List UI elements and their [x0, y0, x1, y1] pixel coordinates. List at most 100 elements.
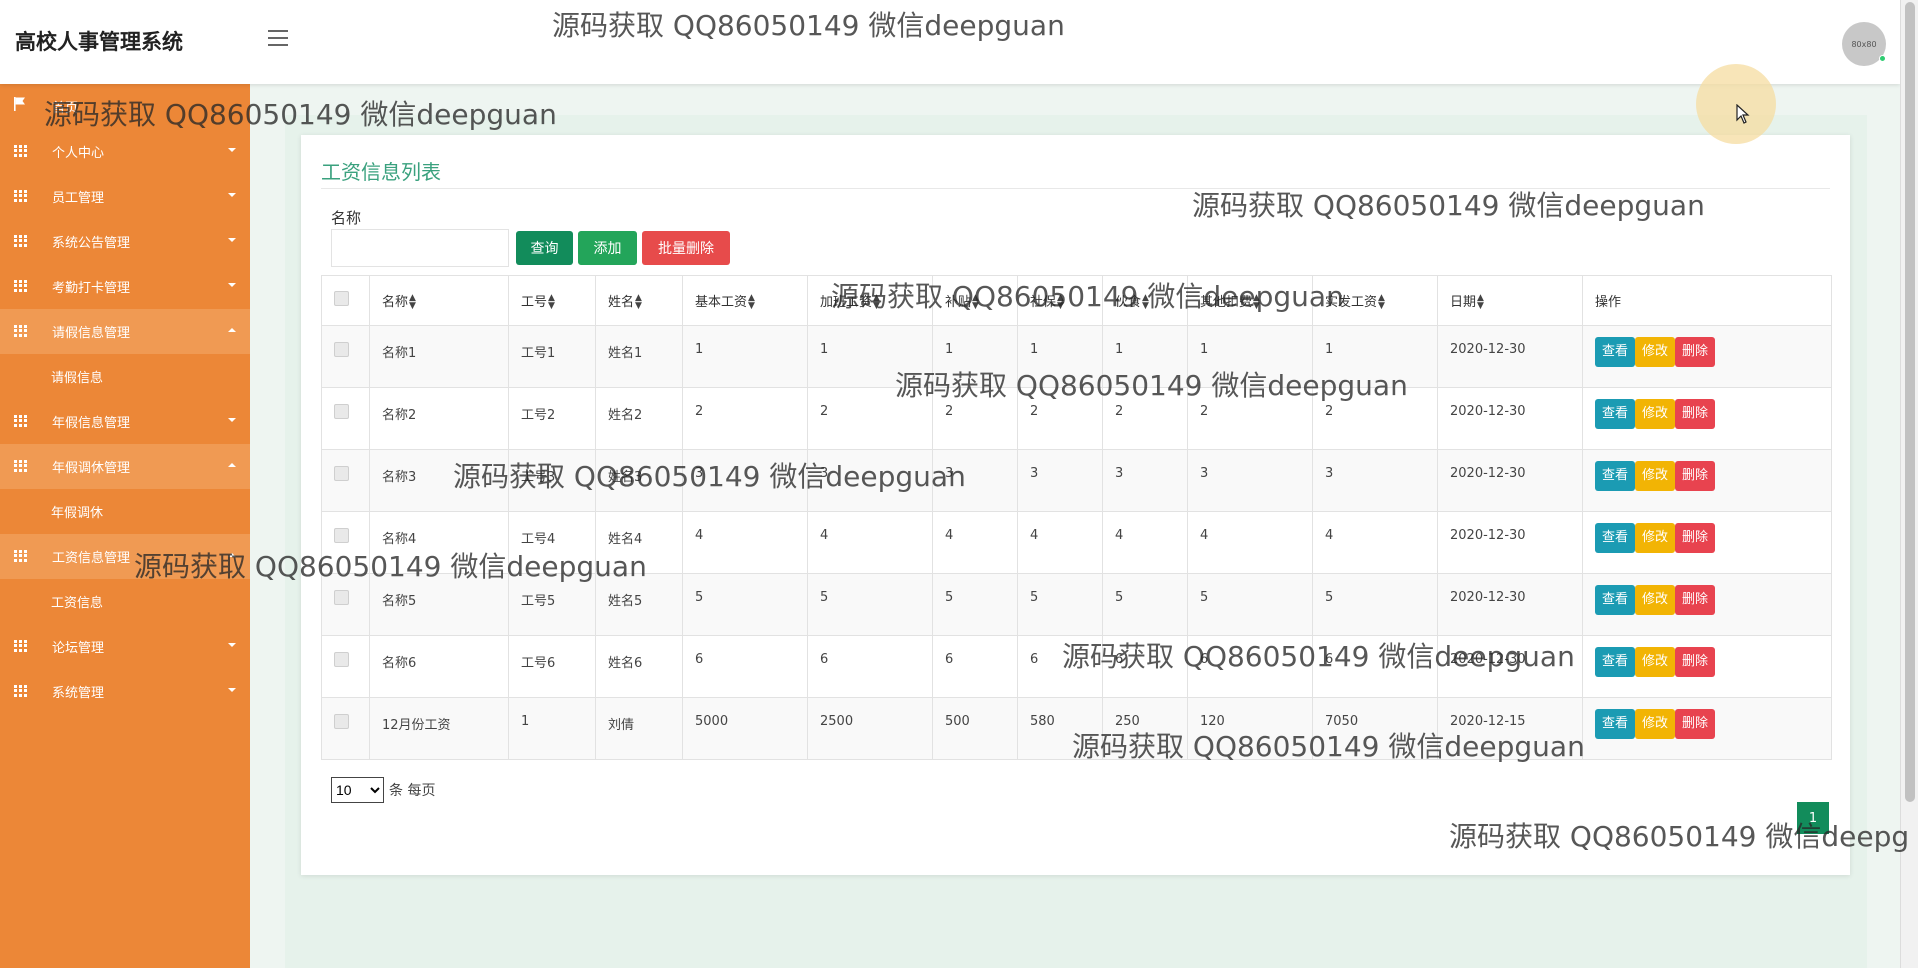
view-button[interactable]: 查看 [1595, 337, 1636, 367]
column-header[interactable]: 社保▲ ▼ [1017, 275, 1103, 326]
sort-icon[interactable]: ▲ ▼ [1477, 294, 1484, 311]
add-button[interactable]: 添加 [578, 231, 637, 265]
search-input[interactable] [331, 229, 509, 267]
table-cell: 名称3 [369, 449, 509, 512]
hamburger-menu-icon[interactable] [268, 30, 288, 46]
table-cell: 120 [1187, 697, 1313, 760]
sort-icon[interactable]: ▲ ▼ [1057, 294, 1064, 311]
delete-button[interactable]: 删除 [1675, 585, 1716, 615]
sidebar-item[interactable]: 系统公告管理 [0, 219, 250, 264]
view-button[interactable]: 查看 [1595, 709, 1636, 739]
sort-icon[interactable]: ▲ ▼ [635, 294, 642, 311]
sidebar-item[interactable]: 论坛管理 [0, 624, 250, 669]
sidebar-subitem[interactable]: 年假调休 [0, 489, 250, 534]
table-cell: 250 [1102, 697, 1188, 760]
column-header[interactable]: 姓名▲ ▼ [595, 275, 683, 326]
column-header-label: 加班工资 [820, 294, 873, 310]
table-cell: 2 [1312, 387, 1438, 450]
table-cell: 3 [1102, 449, 1188, 512]
vertical-scrollbar[interactable] [1900, 0, 1918, 968]
query-button[interactable]: 查询 [516, 231, 573, 265]
table-cell: 姓名3 [595, 449, 683, 512]
table-cell: 6 [682, 635, 808, 698]
view-button[interactable]: 查看 [1595, 647, 1636, 677]
column-header[interactable]: 补贴▲ ▼ [932, 275, 1018, 326]
table-cell: 3 [932, 449, 1018, 512]
delete-button[interactable]: 删除 [1675, 337, 1716, 367]
column-header[interactable]: 实发工资▲ ▼ [1312, 275, 1438, 326]
delete-button[interactable]: 删除 [1675, 647, 1716, 677]
table-cell: 1 [1017, 325, 1103, 388]
sidebar-item[interactable]: 年假调休管理 [0, 444, 250, 489]
sort-icon[interactable]: ▲ ▼ [1253, 294, 1260, 311]
table-cell: 2020-12-30 [1437, 635, 1583, 698]
view-button[interactable]: 查看 [1595, 585, 1636, 615]
sort-icon[interactable]: ▲ ▼ [1142, 294, 1149, 311]
sidebar-item[interactable]: 工资信息管理 [0, 534, 250, 579]
scrollbar-thumb[interactable] [1905, 2, 1915, 802]
caret-down-icon [228, 688, 236, 692]
row-checkbox[interactable] [334, 404, 349, 419]
edit-button[interactable]: 修改 [1635, 523, 1676, 553]
column-header[interactable]: 工号▲ ▼ [508, 275, 596, 326]
sidebar-item[interactable]: 员工管理 [0, 174, 250, 219]
sort-icon[interactable]: ▲ ▼ [873, 294, 880, 311]
sidebar-item[interactable]: 考勤打卡管理 [0, 264, 250, 309]
page-button-current[interactable]: 1 [1797, 802, 1829, 834]
row-checkbox[interactable] [334, 652, 349, 667]
delete-button[interactable]: 删除 [1675, 461, 1716, 491]
batch-delete-button[interactable]: 批量删除 [642, 231, 730, 265]
sidebar-item[interactable]: 个人中心 [0, 129, 250, 174]
view-button[interactable]: 查看 [1595, 399, 1636, 429]
delete-button[interactable]: 删除 [1675, 523, 1716, 553]
table-cell: 1 [1312, 325, 1438, 388]
column-header[interactable]: 日期▲ ▼ [1437, 275, 1583, 326]
table-cell: 2 [1187, 387, 1313, 450]
sidebar-item[interactable]: 请假信息管理 [0, 309, 250, 354]
row-checkbox[interactable] [334, 714, 349, 729]
sidebar-subitem[interactable]: 请假信息 [0, 354, 250, 399]
sort-icon[interactable]: ▲ ▼ [1378, 294, 1385, 311]
row-checkbox[interactable] [334, 466, 349, 481]
sidebar-item[interactable]: 年假信息管理 [0, 399, 250, 444]
column-header[interactable]: 伙食▲ ▼ [1102, 275, 1188, 326]
sort-icon[interactable]: ▲ ▼ [748, 294, 755, 311]
sidebar-item-label: 个人中心 [52, 146, 105, 161]
edit-button[interactable]: 修改 [1635, 585, 1676, 615]
sidebar-subitem[interactable]: 工资信息 [0, 579, 250, 624]
edit-button[interactable]: 修改 [1635, 337, 1676, 367]
sort-icon[interactable]: ▲ ▼ [972, 294, 979, 311]
column-header[interactable]: 其他扣费▲ ▼ [1187, 275, 1313, 326]
column-header[interactable]: 基本工资▲ ▼ [682, 275, 808, 326]
sort-icon[interactable]: ▲ ▼ [409, 294, 416, 311]
table-cell: 580 [1017, 697, 1103, 760]
caret-up-icon [228, 463, 236, 467]
edit-button[interactable]: 修改 [1635, 399, 1676, 429]
edit-button[interactable]: 修改 [1635, 647, 1676, 677]
delete-button[interactable]: 删除 [1675, 399, 1716, 429]
edit-button[interactable]: 修改 [1635, 461, 1676, 491]
column-header-label: 伙食 [1115, 294, 1142, 310]
view-button[interactable]: 查看 [1595, 461, 1636, 491]
page-size-select[interactable]: 10 [331, 777, 384, 803]
search-label: 名称 [331, 209, 362, 227]
table-cell: 5 [807, 573, 933, 636]
table-cell: 名称5 [369, 573, 509, 636]
delete-button[interactable]: 删除 [1675, 709, 1716, 739]
table-cell: 5000 [682, 697, 808, 760]
column-header[interactable]: 名称▲ ▼ [369, 275, 509, 326]
row-checkbox[interactable] [334, 342, 349, 357]
grid-icon [14, 190, 27, 202]
row-checkbox[interactable] [334, 528, 349, 543]
table-cell: 4 [1017, 511, 1103, 574]
table-cell: 工号1 [508, 325, 596, 388]
row-checkbox[interactable] [334, 590, 349, 605]
sort-icon[interactable]: ▲ ▼ [548, 294, 555, 311]
edit-button[interactable]: 修改 [1635, 709, 1676, 739]
view-button[interactable]: 查看 [1595, 523, 1636, 553]
select-all-checkbox[interactable] [334, 291, 349, 306]
sidebar-item-label: 年假调休管理 [52, 461, 131, 476]
column-header[interactable]: 加班工资▲ ▼ [807, 275, 933, 326]
sidebar-item[interactable]: 系统管理 [0, 669, 250, 714]
sidebar-item[interactable]: 首页 [0, 84, 250, 129]
